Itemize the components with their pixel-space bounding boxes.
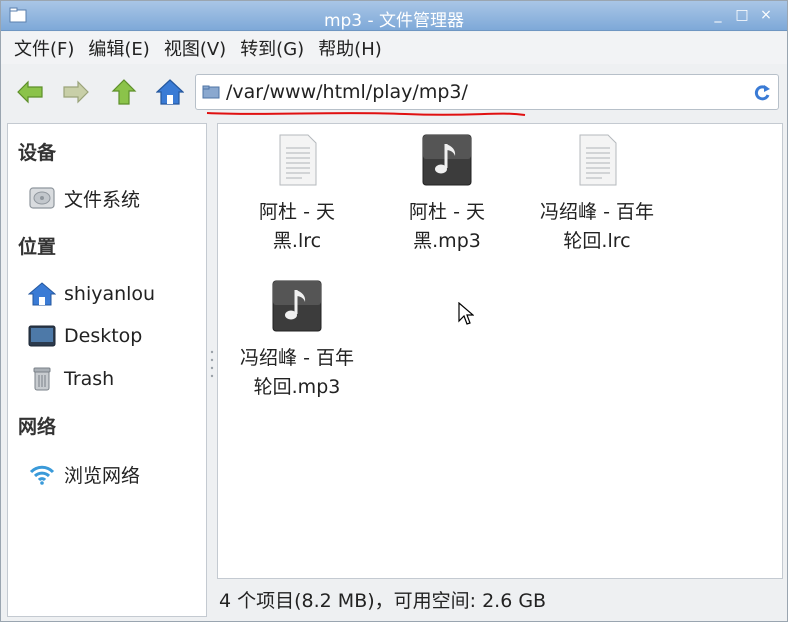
sidebar-item-desktop[interactable]: Desktop: [28, 320, 142, 352]
maximize-button[interactable]: □: [735, 7, 749, 23]
sidebar-item-label: 文件系统: [64, 188, 141, 211]
file-name-line1: 冯绍峰 - 百年: [540, 201, 654, 223]
side-pane: 设备 文件系统 位置 shiyanlou Desktop Trash 网络 浏览…: [7, 123, 207, 617]
desktop-icon: [28, 322, 56, 350]
up-button[interactable]: [109, 77, 139, 107]
file-item[interactable]: 冯绍峰 - 百年 轮回.mp3: [222, 280, 372, 402]
music-file-icon: [422, 134, 472, 186]
title-bar[interactable]: mp3 - 文件管理器 _ □ ×: [1, 1, 787, 31]
text-file-icon: [279, 134, 317, 186]
refresh-icon[interactable]: [752, 83, 772, 103]
file-name-line2: 轮回.mp3: [253, 376, 341, 398]
file-view[interactable]: 阿杜 - 天 黑.lrc 阿杜 - 天 黑.mp3 冯绍峰 - 百年 轮回.lr…: [217, 123, 783, 579]
menu-view[interactable]: 视图(V): [159, 35, 231, 61]
toolbar: /var/www/html/play/mp3/: [1, 65, 787, 121]
mouse-cursor-icon: [458, 302, 474, 325]
home-icon: [156, 79, 184, 105]
sidebar-item-shiyanlou[interactable]: shiyanlou: [28, 278, 155, 310]
up-icon: [111, 79, 137, 105]
status-bar: 4 个项目(8.2 MB)，可用空间: 2.6 GB: [219, 590, 547, 612]
sidebar-item-label: 浏览网络: [64, 464, 141, 487]
sidebar-item-label: Trash: [64, 368, 115, 390]
forward-button[interactable]: [61, 77, 91, 107]
file-name-line1: 阿杜 - 天: [409, 201, 485, 223]
text-file-icon: [579, 134, 617, 186]
music-file-icon: [272, 280, 322, 332]
drive-icon: [28, 184, 56, 212]
location-path[interactable]: /var/www/html/play/mp3/: [226, 81, 468, 103]
sidebar-item-browse-network[interactable]: 浏览网络: [28, 458, 140, 490]
menu-edit[interactable]: 编辑(E): [83, 35, 154, 61]
file-name-line2: 黑.mp3: [413, 230, 481, 252]
file-name-line1: 阿杜 - 天: [259, 201, 335, 223]
file-item[interactable]: 冯绍峰 - 百年 轮回.lrc: [522, 134, 672, 256]
window-title: mp3 - 文件管理器: [323, 11, 465, 31]
sidebar-item-label: shiyanlou: [64, 283, 156, 305]
pane-splitter[interactable]: [209, 346, 215, 386]
menu-go[interactable]: 转到(G): [235, 35, 309, 61]
file-name-line1: 冯绍峰 - 百年: [240, 347, 354, 369]
back-button[interactable]: [15, 77, 45, 107]
sidebar-item-trash[interactable]: Trash: [28, 363, 114, 395]
network-header: 网络: [18, 416, 57, 438]
file-name-line2: 黑.lrc: [272, 230, 322, 252]
location-bar[interactable]: /var/www/html/play/mp3/: [195, 74, 779, 110]
file-item[interactable]: 阿杜 - 天 黑.lrc: [222, 134, 372, 256]
folder-icon: [202, 85, 220, 99]
menu-bar: 文件(F) 编辑(E) 视图(V) 转到(G) 帮助(H): [1, 32, 787, 64]
minimize-button[interactable]: _: [711, 7, 725, 23]
file-item[interactable]: 阿杜 - 天 黑.mp3: [372, 134, 522, 256]
file-manager-window: mp3 - 文件管理器 _ □ × 文件(F) 编辑(E) 视图(V) 转到(G…: [0, 0, 788, 622]
places-header: 位置: [18, 236, 57, 258]
wifi-icon: [28, 460, 56, 488]
menu-help[interactable]: 帮助(H): [313, 35, 387, 61]
menu-file[interactable]: 文件(F): [9, 35, 79, 61]
home-icon: [28, 280, 56, 308]
close-button[interactable]: ×: [759, 7, 773, 23]
trash-icon: [28, 365, 56, 393]
sidebar-item-filesystem[interactable]: 文件系统: [28, 182, 140, 214]
home-button[interactable]: [155, 77, 185, 107]
devices-header: 设备: [18, 142, 57, 164]
file-name-line2: 轮回.lrc: [563, 230, 631, 252]
forward-icon: [63, 80, 89, 104]
back-icon: [17, 80, 43, 104]
sidebar-item-label: Desktop: [64, 325, 143, 347]
